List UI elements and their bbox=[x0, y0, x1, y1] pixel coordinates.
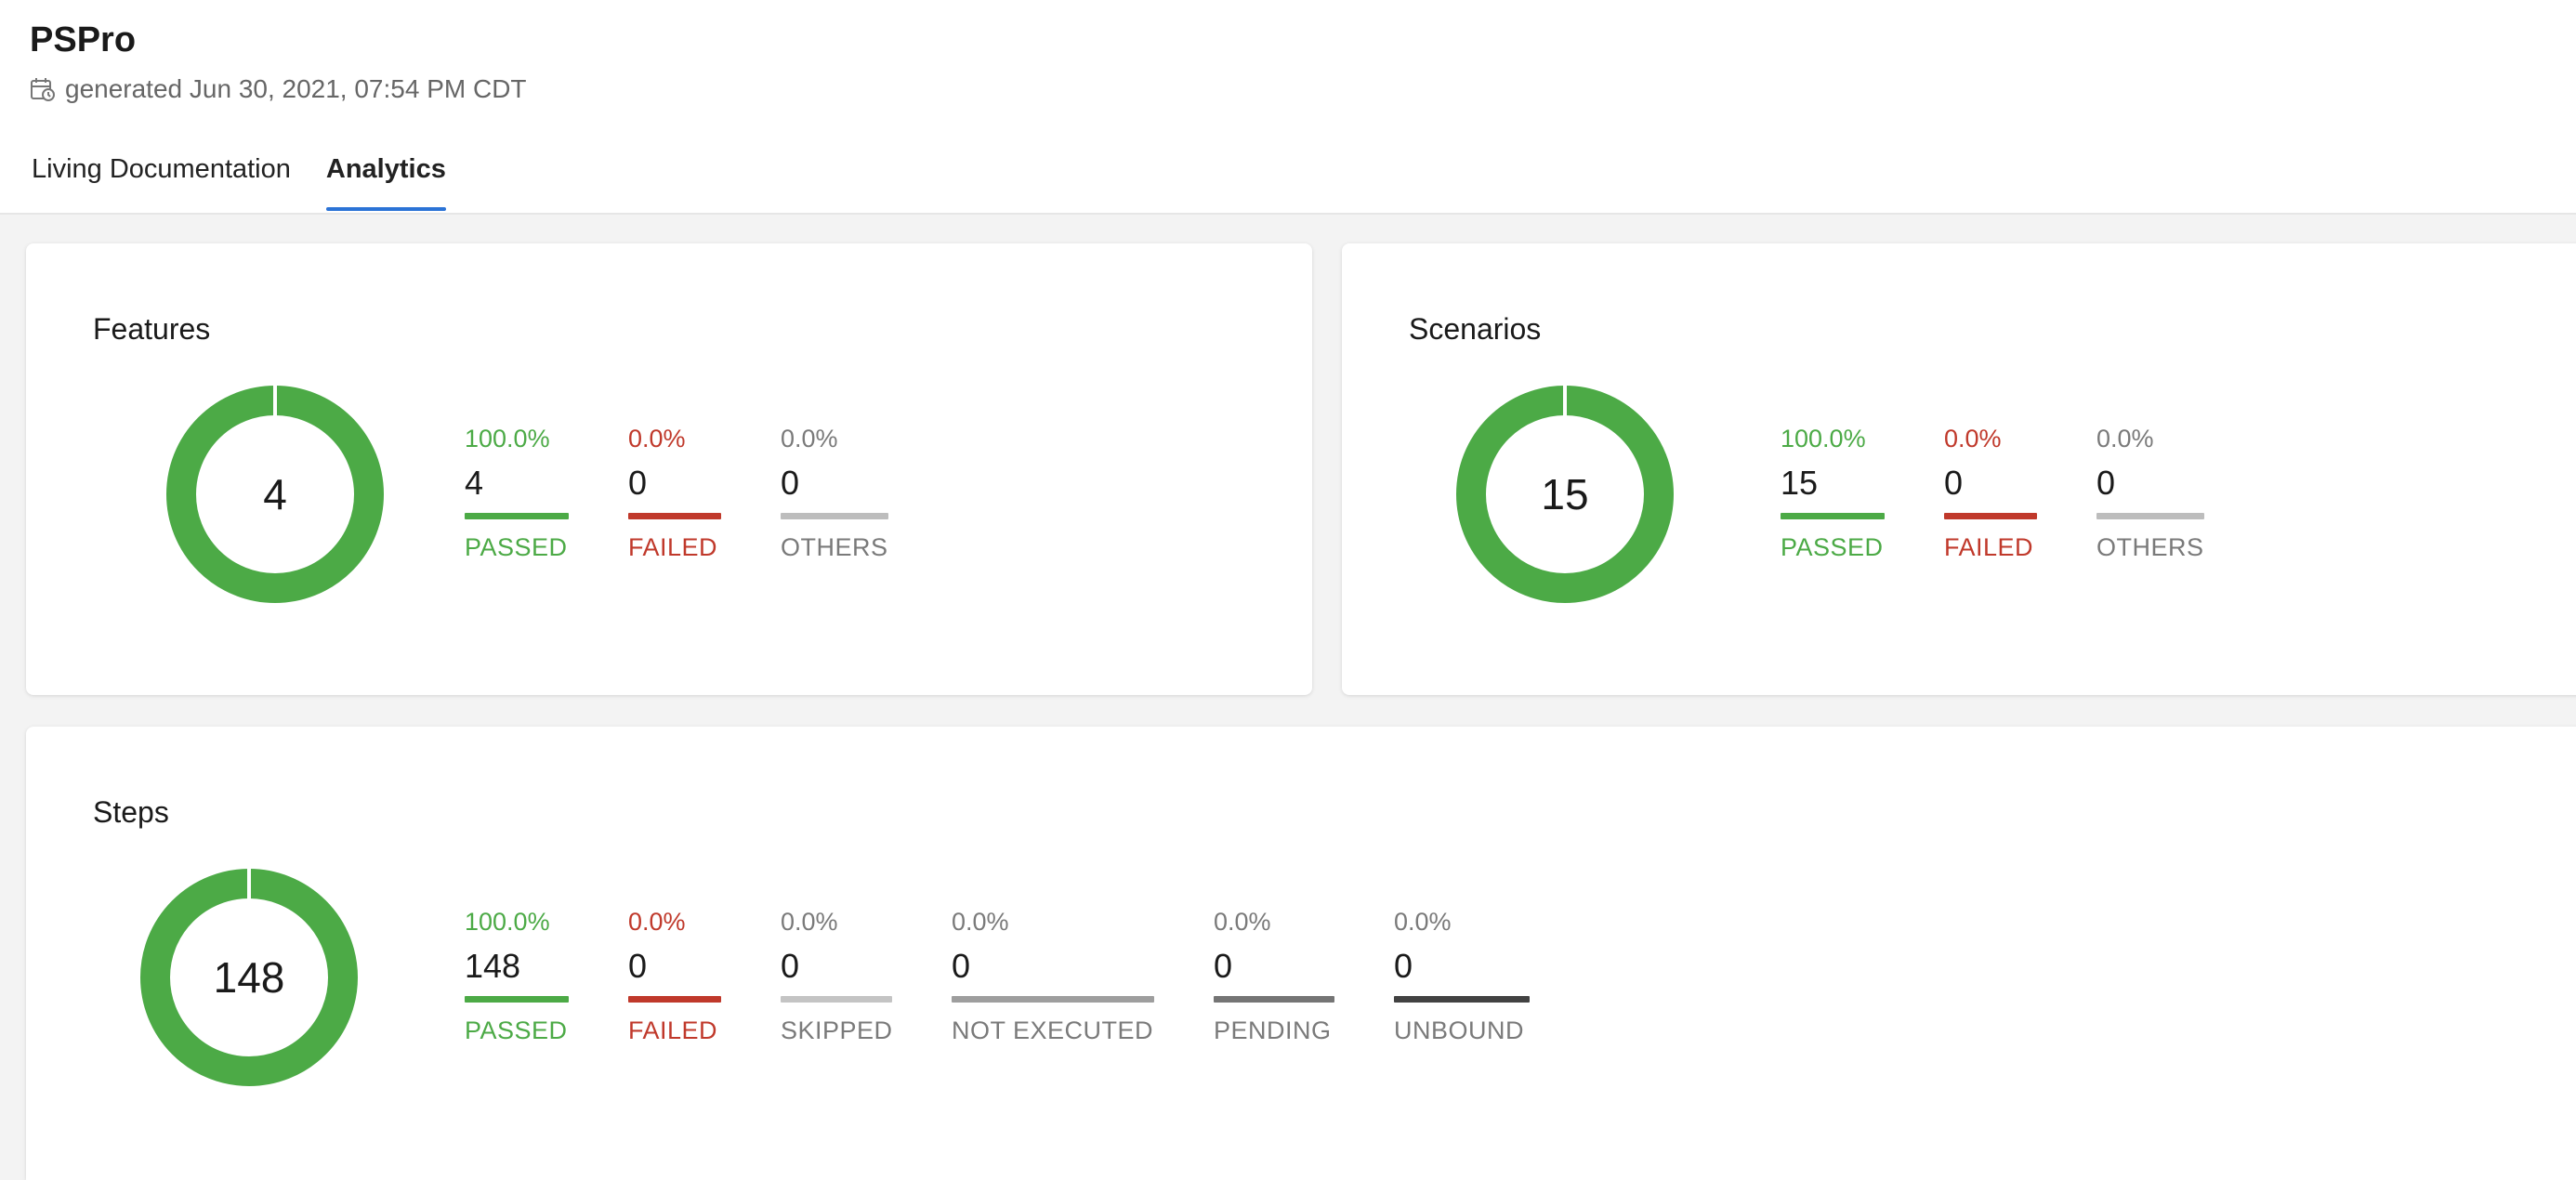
scenarios-title: Scenarios bbox=[1409, 312, 1542, 346]
stat-percent: 0.0% bbox=[781, 425, 838, 452]
tab-analytics[interactable]: Analytics bbox=[325, 149, 446, 213]
scenarios-stat-failed: 0.0% 0 FAILED bbox=[1944, 422, 2037, 564]
steps-card: Steps 148 100.0% 148 PASSED 0.0% 0 FAILE… bbox=[26, 727, 2576, 1180]
generated-text: generated Jun 30, 2021, 07:54 PM CDT bbox=[65, 74, 527, 103]
stat-bar bbox=[465, 996, 569, 1003]
stat-count: 4 bbox=[465, 464, 484, 502]
stat-percent: 0.0% bbox=[628, 908, 686, 936]
stat-count: 0 bbox=[628, 947, 648, 985]
stat-label: FAILED bbox=[628, 1016, 718, 1044]
stat-label: SKIPPED bbox=[781, 1016, 893, 1044]
scenarios-total: 15 bbox=[1541, 470, 1589, 518]
features-stat-failed: 0.0% 0 FAILED bbox=[628, 422, 721, 564]
stat-percent: 0.0% bbox=[952, 908, 1009, 936]
report-header: PSPro generated Jun 30, 2021, 07:54 PM C… bbox=[0, 0, 2576, 215]
stat-count: 0 bbox=[1394, 947, 1413, 985]
steps-title: Steps bbox=[93, 795, 169, 829]
stat-count: 0 bbox=[781, 947, 800, 985]
stat-bar bbox=[781, 513, 888, 519]
stat-label: OTHERS bbox=[781, 533, 888, 561]
steps-stat-skipped: 0.0% 0 SKIPPED bbox=[781, 905, 892, 1047]
features-card: Features 4 100.0% 4 PASSED 0.0% 0 FAILED… bbox=[26, 243, 1312, 695]
stat-count: 0 bbox=[628, 464, 648, 502]
stat-count: 0 bbox=[781, 464, 800, 502]
scenarios-stat-passed: 100.0% 15 PASSED bbox=[1781, 422, 1885, 564]
steps-donut: 148 bbox=[139, 868, 359, 1087]
steps-stat-not-executed: 0.0% 0 NOT EXECUTED bbox=[952, 905, 1154, 1047]
stat-percent: 100.0% bbox=[465, 908, 550, 936]
stat-bar bbox=[1944, 513, 2037, 519]
features-total: 4 bbox=[263, 470, 287, 518]
features-title: Features bbox=[93, 312, 211, 346]
stat-percent: 0.0% bbox=[2096, 425, 2154, 452]
stat-count: 15 bbox=[1781, 464, 1819, 502]
tab-bar: Living Documentation Analytics bbox=[32, 149, 481, 213]
project-title: PSPro bbox=[30, 20, 137, 59]
stat-bar bbox=[628, 996, 721, 1003]
calendar-clock-icon bbox=[30, 76, 56, 102]
features-stat-others: 0.0% 0 OTHERS bbox=[781, 422, 888, 564]
stat-percent: 100.0% bbox=[1781, 425, 1866, 452]
steps-stat-pending: 0.0% 0 PENDING bbox=[1214, 905, 1334, 1047]
stat-label: NOT EXECUTED bbox=[952, 1016, 1154, 1044]
scenarios-stat-others: 0.0% 0 OTHERS bbox=[2096, 422, 2204, 564]
steps-total: 148 bbox=[213, 953, 285, 1002]
stat-percent: 0.0% bbox=[628, 425, 686, 452]
stat-label: PENDING bbox=[1214, 1016, 1332, 1044]
scenarios-donut: 15 bbox=[1455, 385, 1675, 604]
stat-label: UNBOUND bbox=[1394, 1016, 1525, 1044]
stat-percent: 0.0% bbox=[1394, 908, 1452, 936]
generated-timestamp: generated Jun 30, 2021, 07:54 PM CDT bbox=[30, 71, 527, 108]
stat-bar bbox=[628, 513, 721, 519]
steps-stat-failed: 0.0% 0 FAILED bbox=[628, 905, 721, 1047]
stat-count: 0 bbox=[952, 947, 971, 985]
stat-count: 0 bbox=[1214, 947, 1233, 985]
stat-percent: 0.0% bbox=[1214, 908, 1271, 936]
stat-bar bbox=[1781, 513, 1885, 519]
scenarios-card: Scenarios 15 100.0% 15 PASSED 0.0% 0 FAI… bbox=[1342, 243, 2576, 695]
tab-living-documentation[interactable]: Living Documentation bbox=[32, 149, 291, 213]
stat-bar bbox=[1394, 996, 1530, 1003]
steps-stat-passed: 100.0% 148 PASSED bbox=[465, 905, 569, 1047]
stat-percent: 100.0% bbox=[465, 425, 550, 452]
stat-bar bbox=[1214, 996, 1334, 1003]
stat-bar bbox=[465, 513, 569, 519]
stat-label: FAILED bbox=[1944, 533, 2034, 561]
steps-stat-unbound: 0.0% 0 UNBOUND bbox=[1394, 905, 1530, 1047]
stat-percent: 0.0% bbox=[781, 908, 838, 936]
stat-label: PASSED bbox=[1781, 533, 1884, 561]
stat-bar bbox=[952, 996, 1154, 1003]
features-stat-passed: 100.0% 4 PASSED bbox=[465, 422, 569, 564]
stat-bar bbox=[781, 996, 892, 1003]
stat-bar bbox=[2096, 513, 2204, 519]
stat-percent: 0.0% bbox=[1944, 425, 2002, 452]
stat-count: 0 bbox=[2096, 464, 2116, 502]
stat-label: FAILED bbox=[628, 533, 718, 561]
stat-label: PASSED bbox=[465, 533, 568, 561]
stat-count: 0 bbox=[1944, 464, 1964, 502]
stat-label: OTHERS bbox=[2096, 533, 2204, 561]
features-donut: 4 bbox=[165, 385, 385, 604]
stat-count: 148 bbox=[465, 947, 521, 985]
stat-label: PASSED bbox=[465, 1016, 568, 1044]
